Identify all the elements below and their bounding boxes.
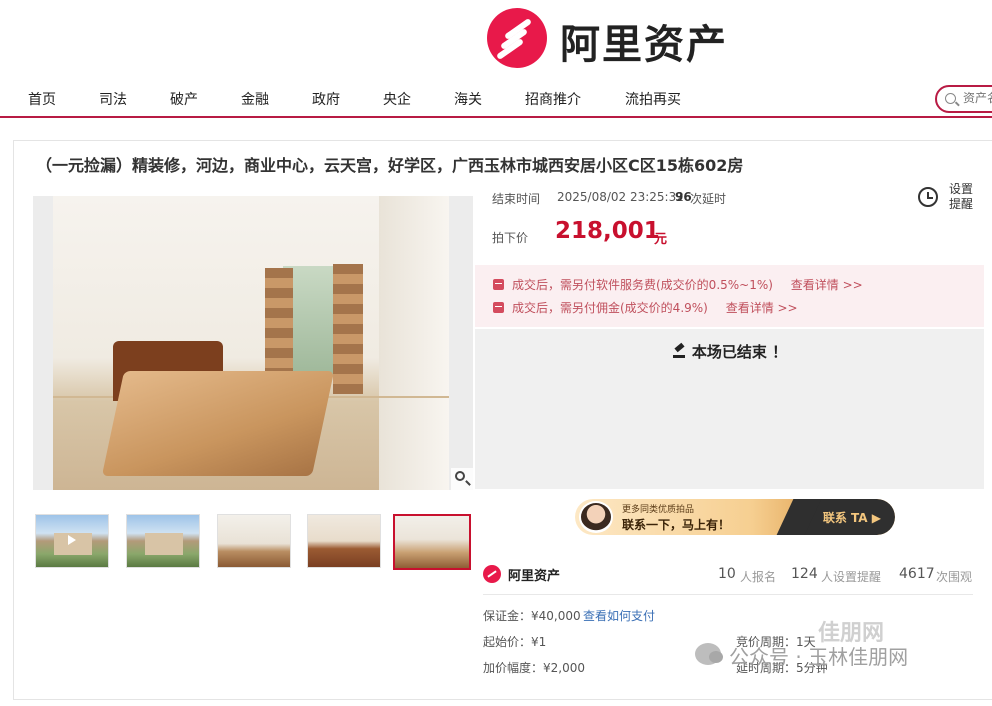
organizer-logo-icon bbox=[483, 565, 501, 583]
magnifier-icon bbox=[455, 471, 465, 481]
main-nav: 首页 司法 破产 金融 政府 央企 海关 招商推介 流拍再买 bbox=[0, 80, 992, 118]
fee-notice-box: 成交后，需另付软件服务费(成交价的0.5%~1%) 查看详情 >> 成交后，需另… bbox=[475, 265, 984, 327]
view-label: 次围观 bbox=[936, 570, 973, 584]
fee-text: 成交后，需另付佣金(成交价的4.9%) bbox=[512, 301, 708, 315]
watermark-brand: 佳朋网 bbox=[818, 621, 885, 646]
deposit: 保证金：¥40,000 bbox=[483, 609, 581, 623]
nav-item-customs[interactable]: 海关 bbox=[454, 89, 482, 109]
play-icon bbox=[68, 535, 76, 545]
wechat-icon bbox=[695, 643, 723, 665]
header-logo-row: 阿里资产 bbox=[0, 0, 992, 78]
bid-increment: 加价幅度：¥2,000 bbox=[483, 661, 585, 675]
set-reminder-label: 设置提醒 bbox=[949, 182, 974, 211]
promo-subtitle: 更多同类优质拍品 bbox=[622, 505, 695, 515]
end-time-value: 2025/08/02 23:25:32 bbox=[557, 190, 684, 204]
gavel-icon bbox=[672, 344, 686, 358]
nav-item-relist[interactable]: 流拍再买 bbox=[625, 89, 681, 109]
thumbnail-bedroom[interactable] bbox=[393, 514, 471, 570]
thumbnail-living-room[interactable] bbox=[217, 514, 291, 568]
fee-icon bbox=[493, 279, 504, 290]
final-price: 218,001 bbox=[555, 218, 660, 244]
how-to-pay-link[interactable]: 查看如何支付 bbox=[583, 607, 655, 624]
fee-notice-software: 成交后，需另付软件服务费(成交价的0.5%~1%) 查看详情 >> bbox=[493, 276, 863, 293]
set-reminder-button[interactable]: 设置提醒 bbox=[912, 181, 980, 219]
fee-details-link[interactable]: 查看详情 >> bbox=[791, 278, 863, 292]
price-label: 拍下价 bbox=[492, 231, 529, 245]
reminder-label: 人设置提醒 bbox=[821, 570, 882, 584]
nav-item-home[interactable]: 首页 bbox=[28, 89, 56, 109]
nav-item-finance[interactable]: 金融 bbox=[241, 89, 269, 109]
contact-promo-banner[interactable]: 更多同类优质拍品 联系一下，马上有！ 联系 TA ▶ bbox=[575, 499, 895, 535]
nav-item-investment[interactable]: 招商推介 bbox=[525, 89, 581, 109]
nav-item-judicial[interactable]: 司法 bbox=[99, 89, 127, 109]
main-photo[interactable] bbox=[33, 196, 473, 490]
thumbnail-exterior[interactable] bbox=[126, 514, 200, 568]
alizichan-logo-icon[interactable] bbox=[487, 8, 547, 68]
organizer-row: 阿里资产 10 人报名 124 人设置提醒 4617 次围观 bbox=[483, 561, 973, 595]
search-box[interactable] bbox=[935, 85, 992, 113]
price-unit: 元 bbox=[654, 232, 668, 247]
organizer-name[interactable]: 阿里资产 bbox=[508, 565, 560, 584]
signup-label: 人报名 bbox=[740, 570, 777, 584]
delay-label: 次延时 bbox=[690, 192, 727, 206]
search-icon bbox=[945, 93, 956, 104]
search-input[interactable] bbox=[963, 91, 992, 105]
brand-name[interactable]: 阿里资产 bbox=[560, 12, 728, 70]
auction-ended-panel: 本场已结束 ！ bbox=[475, 329, 984, 489]
nav-item-government[interactable]: 政府 bbox=[312, 89, 340, 109]
nav-item-bankruptcy[interactable]: 破产 bbox=[170, 89, 198, 109]
fee-details-link[interactable]: 查看详情 >> bbox=[726, 301, 798, 315]
auction-ended-status: 本场已结束 ！ bbox=[475, 341, 984, 362]
agent-avatar bbox=[579, 501, 613, 533]
fee-text: 成交后，需另付软件服务费(成交价的0.5%~1%) bbox=[512, 278, 773, 292]
fee-notice-commission: 成交后，需另付佣金(成交价的4.9%) 查看详情 >> bbox=[493, 299, 798, 316]
alarm-clock-icon bbox=[918, 187, 938, 207]
promo-title: 联系一下，马上有！ bbox=[622, 518, 731, 532]
item-title: （一元捡漏）精装修，河边，商业中心，云天宫，好学区，广西玉林市城西安居小区C区1… bbox=[36, 156, 744, 175]
price-panel: 结束时间 2025/08/02 23:25:32 96 次延时 拍下价 218,… bbox=[479, 181, 984, 265]
bedroom-photo bbox=[53, 196, 449, 490]
wechat-watermark: 公众号 · 玉林佳朋网 佳朋网 bbox=[695, 621, 965, 683]
signup-count: 10 bbox=[718, 566, 736, 582]
end-time-label: 结束时间 bbox=[492, 192, 541, 206]
view-count: 4617 bbox=[899, 566, 935, 582]
contact-ta-button[interactable]: 联系 TA ▶ bbox=[823, 509, 881, 526]
nav-item-central-enterprise[interactable]: 央企 bbox=[383, 89, 411, 109]
zoom-button[interactable] bbox=[451, 468, 473, 490]
thumbnail-exterior-video[interactable] bbox=[35, 514, 109, 568]
auction-ended-label: 本场已结束 ！ bbox=[691, 343, 788, 361]
start-price: 起始价：¥1 bbox=[483, 635, 547, 649]
thumbnail-dining-room[interactable] bbox=[307, 514, 381, 568]
fee-icon bbox=[493, 302, 504, 313]
reminder-count: 124 bbox=[791, 566, 818, 582]
thumbnail-strip bbox=[35, 514, 475, 570]
